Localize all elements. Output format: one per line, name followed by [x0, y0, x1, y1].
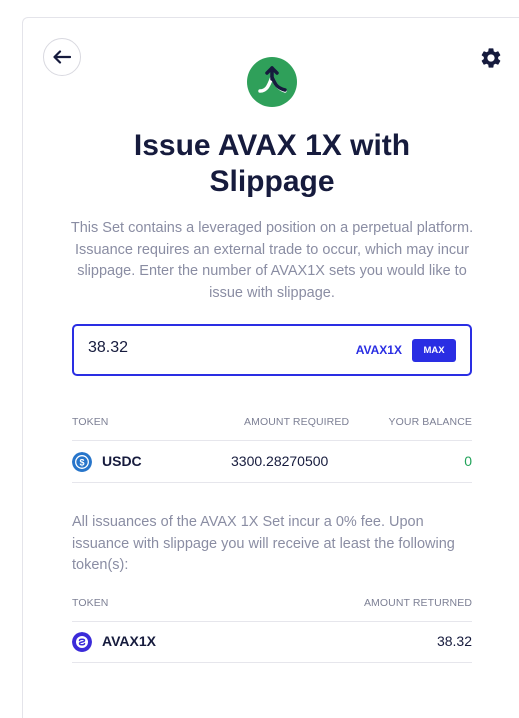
- amount-required-value: 3300.28270500: [231, 453, 329, 469]
- quantity-input[interactable]: [88, 339, 318, 357]
- table-divider: [72, 440, 472, 441]
- table-divider: [72, 621, 472, 622]
- token-name: USDC: [102, 453, 142, 469]
- col-header-your-balance: YOUR BALANCE: [388, 416, 472, 428]
- amount-returned-value: 38.32: [436, 633, 472, 649]
- quantity-unit-label: AVAX1X: [355, 343, 402, 357]
- fee-note: All issuances of the AVAX 1X Set incur a…: [72, 514, 455, 573]
- max-button[interactable]: MAX: [412, 339, 456, 362]
- col-header-token: TOKEN: [72, 597, 109, 609]
- col-header-amount-returned: AMOUNT RETURNED: [363, 597, 472, 609]
- avax1x-icon: [72, 632, 92, 652]
- token-name: AVAX1X: [102, 633, 156, 649]
- quantity-field[interactable]: AVAX1X MAX: [72, 324, 472, 376]
- back-button[interactable]: [43, 38, 81, 76]
- table-divider: [72, 482, 472, 483]
- gear-icon: [481, 48, 501, 68]
- svg-text:$: $: [79, 458, 84, 468]
- usdc-icon: $: [72, 452, 92, 472]
- arrow-left-icon: [53, 50, 71, 64]
- col-header-amount-required: AMOUNT REQUIRED: [244, 416, 350, 428]
- table-divider: [72, 662, 472, 663]
- your-balance-value: 0: [464, 453, 472, 469]
- issue-description: This Set contains a leveraged position o…: [70, 220, 474, 301]
- index-logo-icon: [247, 57, 297, 107]
- settings-button[interactable]: [479, 46, 503, 70]
- col-header-token: TOKEN: [72, 416, 109, 428]
- page-title: Issue AVAX 1X with Slippage: [133, 129, 411, 198]
